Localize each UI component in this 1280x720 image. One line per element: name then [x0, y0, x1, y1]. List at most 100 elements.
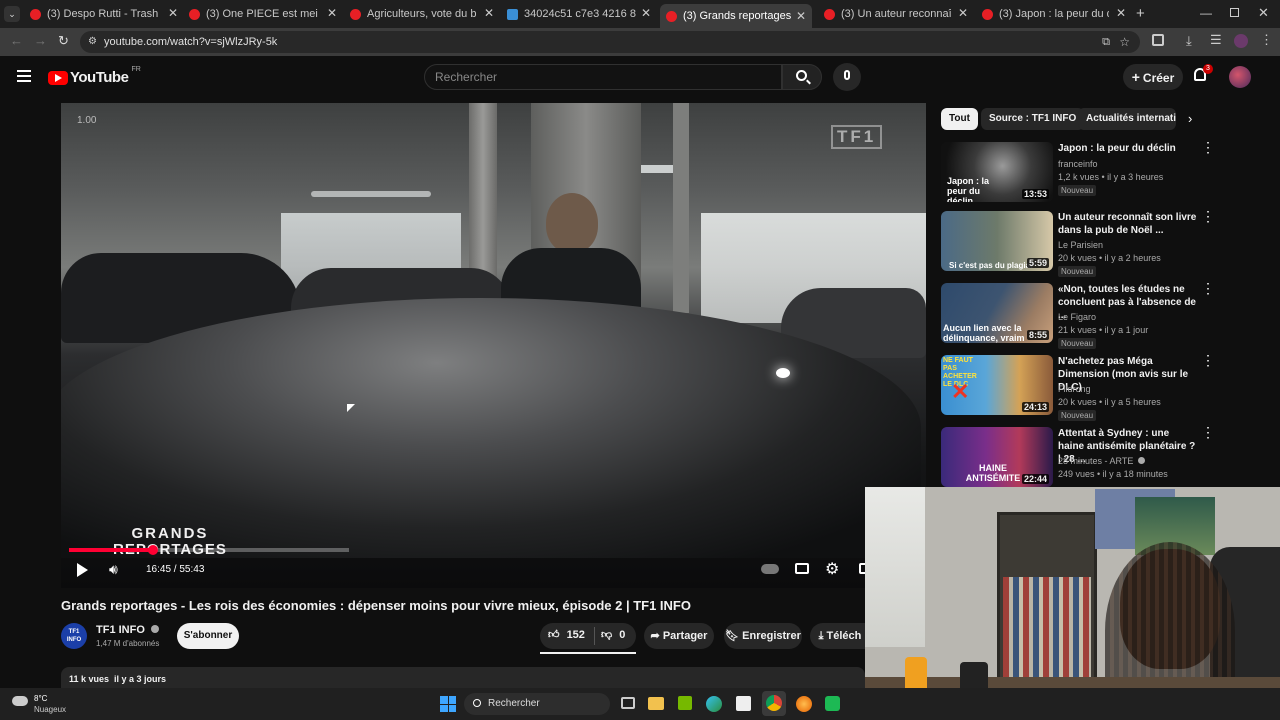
recommendation-item[interactable]: HAINE ANTISÉMITE 22:44 Attentat à Sydney… — [941, 425, 1241, 491]
autoplay-toggle[interactable] — [761, 564, 779, 574]
close-tab-icon[interactable]: ✕ — [327, 6, 337, 20]
restore-window-icon[interactable] — [1230, 8, 1239, 17]
recommendation-item[interactable]: Si c'est pas du plagiat 5:59 Un auteur r… — [941, 209, 1241, 277]
tab-label: (3) Grands reportages - Les rois — [683, 10, 791, 22]
media-control-icon[interactable]: ☰ — [1210, 32, 1222, 48]
back-icon[interactable]: ← — [10, 33, 23, 48]
chip-source-tf1[interactable]: Source : TF1 INFO — [981, 108, 1085, 130]
microsoft-store-icon[interactable] — [736, 696, 751, 711]
create-button[interactable]: + Créer — [1123, 64, 1183, 90]
task-view-icon[interactable] — [621, 697, 635, 709]
youtube-logo[interactable]: YouTube FR — [48, 66, 141, 86]
search-input[interactable]: Rechercher — [424, 64, 782, 90]
voice-search-button[interactable] — [833, 63, 861, 91]
subtitles-icon[interactable] — [795, 563, 809, 574]
settings-gear-icon[interactable]: ⚙ — [825, 559, 839, 579]
car-reflection — [776, 368, 790, 378]
download-button[interactable]: ⤓ Téléch — [810, 623, 870, 649]
channel-name-text: TF1 INFO — [96, 624, 145, 636]
download-icon[interactable]: ⤓ — [1186, 33, 1192, 49]
subscribe-button[interactable]: S'abonner — [177, 623, 239, 649]
spotify-icon[interactable] — [825, 696, 840, 711]
close-window-icon[interactable]: ✕ — [1258, 5, 1269, 21]
forward-icon[interactable]: → — [34, 33, 47, 48]
tab-label: (3) Japon : la peur du déclin - Y — [999, 8, 1109, 20]
profile-avatar-icon[interactable] — [1234, 34, 1248, 48]
more-options-icon[interactable]: ⋮ — [1201, 353, 1215, 367]
edge-icon[interactable] — [706, 696, 722, 712]
progress-bar[interactable] — [69, 545, 349, 555]
country-code: FR — [131, 66, 141, 73]
search-button[interactable] — [782, 64, 822, 90]
recommendation-meta: 21 k vues • il y a 1 jour — [1058, 325, 1149, 335]
close-tab-icon[interactable]: ✕ — [1116, 6, 1126, 20]
chrome-icon[interactable] — [762, 691, 786, 716]
taskbar-search[interactable]: Rechercher — [464, 693, 610, 715]
browser-tab[interactable]: (3) Despo Rutti - Trashhh - YouT ✕ — [30, 4, 178, 24]
new-tab-icon[interactable]: + — [1136, 5, 1145, 22]
play-button[interactable] — [77, 563, 88, 577]
like-button[interactable]: 👍︎ 152 — [548, 628, 585, 641]
browser-toolbar: ← → ↻ ⚙ youtube.com/watch?v=sjWlzJRy-5k … — [0, 28, 1280, 56]
person — [546, 193, 598, 253]
mouse-cursor-icon — [347, 404, 355, 412]
browser-tab[interactable]: (3) One PIECE est meilleur sans ✕ — [189, 4, 337, 24]
recommendation-item[interactable]: NE FAUT PAS ACHETER LE DLC ✕ 24:13 N'ach… — [941, 353, 1241, 421]
browser-tab[interactable]: 34024c51 c7e3 4216 8a59 6e97 ✕ — [507, 4, 651, 24]
minimize-window-icon[interactable]: — — [1200, 6, 1212, 20]
video-duration: 5:59 — [1026, 258, 1049, 268]
chevron-right-icon[interactable]: › — [1188, 111, 1192, 126]
chip-all[interactable]: Tout — [941, 108, 978, 130]
address-bar[interactable]: ⚙ youtube.com/watch?v=sjWlzJRy-5k ⧉ ☆ — [80, 31, 1140, 53]
recommendation-thumbnail[interactable]: Si c'est pas du plagiat 5:59 — [941, 211, 1053, 271]
youtube-logo-icon — [48, 70, 68, 85]
browser-tab-active[interactable]: (3) Grands reportages - Les rois ✕ — [660, 4, 812, 28]
close-tab-icon[interactable]: ✕ — [796, 9, 806, 23]
nvidia-icon[interactable] — [678, 696, 692, 710]
more-options-icon[interactable]: ⋮ — [1201, 425, 1215, 439]
progress-scrubber-handle[interactable] — [148, 545, 158, 555]
dislike-button[interactable]: 👎︎ 0 — [601, 628, 625, 641]
close-tab-icon[interactable]: ✕ — [484, 6, 494, 20]
recommendation-thumbnail[interactable]: Aucun lien avec la délinquance, vraim 8:… — [941, 283, 1053, 343]
firefox-icon[interactable] — [796, 696, 812, 712]
reload-icon[interactable]: ↻ — [58, 33, 69, 49]
more-options-icon[interactable]: ⋮ — [1201, 209, 1215, 223]
recommendation-thumbnail[interactable]: HAINE ANTISÉMITE 22:44 — [941, 427, 1053, 487]
time-display: 16:45 / 55:43 — [146, 564, 205, 575]
hamburger-menu-icon[interactable] — [17, 70, 31, 82]
more-options-icon[interactable]: ⋮ — [1201, 140, 1215, 154]
recommendation-thumbnail[interactable]: NE FAUT PAS ACHETER LE DLC ✕ 24:13 — [941, 355, 1053, 415]
recommendation-item[interactable]: Japon : la peur du déclin 13:53 Japon : … — [941, 140, 1241, 206]
bookmark-star-icon[interactable]: ☆ — [1119, 31, 1130, 53]
chip-international-news[interactable]: Actualités internatio — [1078, 108, 1176, 130]
channel-name[interactable]: TF1 INFO — [96, 624, 159, 636]
video-player[interactable]: 1.00 TF1 GRANDS REPORTAGES 🔊︎ 16:45 / 55… — [61, 103, 926, 588]
windows-start-icon[interactable] — [440, 696, 456, 712]
recommendation-thumbnail[interactable]: Japon : la peur du déclin 13:53 — [941, 142, 1053, 202]
windows-taskbar: 8°C Nuageux Rechercher — [0, 688, 1280, 720]
channel-avatar[interactable]: TF1 INFO — [61, 623, 87, 649]
save-button[interactable]: 🔖︎ Enregistrer — [724, 623, 802, 649]
browser-menu-icon[interactable]: ⋮ — [1260, 32, 1273, 48]
close-tab-icon[interactable]: ✕ — [168, 6, 178, 20]
volume-icon[interactable]: 🔊︎ — [109, 561, 118, 578]
share-button[interactable]: ➦ Partager — [644, 623, 714, 649]
thumbs-down-icon: 👎︎ — [601, 629, 613, 641]
tab-search-icon[interactable]: ⌄ — [4, 6, 20, 22]
browser-tab[interactable]: (3) Un auteur reconnaît son livr ✕ — [824, 4, 968, 24]
account-avatar[interactable] — [1229, 66, 1251, 88]
close-tab-icon[interactable]: ✕ — [641, 6, 651, 20]
browser-tab[interactable]: Agriculteurs, vote du budg ✕ — [350, 4, 494, 24]
site-info-icon[interactable]: ⚙ — [88, 31, 97, 53]
browser-tab[interactable]: (3) Japon : la peur du déclin - Y ✕ — [982, 4, 1126, 24]
install-app-icon[interactable]: ⧉ — [1102, 31, 1110, 53]
close-tab-icon[interactable]: ✕ — [958, 6, 968, 20]
tab-label: (3) Despo Rutti - Trashhh - YouT — [47, 8, 159, 20]
file-explorer-icon[interactable] — [648, 697, 664, 710]
extensions-icon[interactable] — [1152, 34, 1164, 46]
recommendation-item[interactable]: Aucun lien avec la délinquance, vraim 8:… — [941, 281, 1241, 349]
notifications-button[interactable]: 3 — [1194, 64, 1213, 81]
plus-icon: + — [1131, 69, 1140, 85]
more-options-icon[interactable]: ⋮ — [1201, 281, 1215, 295]
